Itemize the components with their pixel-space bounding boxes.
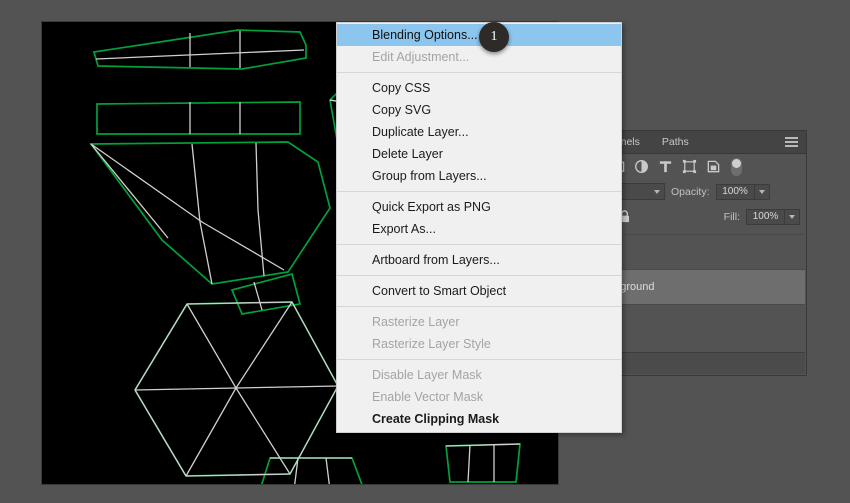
layer-context-menu[interactable]: Blending Options... Edit Adjustment... C… xyxy=(336,22,622,433)
menu-separator xyxy=(337,359,621,360)
adjustment-layer-filter-icon[interactable] xyxy=(634,159,649,174)
chevron-down-icon xyxy=(758,189,765,194)
menu-item-duplicate-layer[interactable]: Duplicate Layer... xyxy=(337,121,621,143)
type-layer-filter-icon[interactable] xyxy=(658,159,673,174)
step-badge-1: 1 xyxy=(479,22,509,52)
menu-separator xyxy=(337,275,621,276)
menu-item-enable-vector-mask: Enable Vector Mask xyxy=(372,390,484,404)
tab-paths[interactable]: Paths xyxy=(651,131,700,153)
smart-object-filter-icon[interactable] xyxy=(706,159,721,174)
menu-item-delete-layer[interactable]: Delete Layer xyxy=(337,143,621,165)
menu-item-export-as[interactable]: Export As... xyxy=(337,218,621,240)
menu-item-rasterize-layer: Rasterize Layer xyxy=(372,315,460,329)
menu-item-quick-export-as-png[interactable]: Quick Export as PNG xyxy=(337,196,621,218)
menu-item-create-clipping-mask[interactable]: Create Clipping Mask xyxy=(337,408,621,430)
chevron-down-icon xyxy=(654,189,660,194)
opacity-stepper[interactable] xyxy=(754,183,770,200)
shape-layer-filter-icon[interactable] xyxy=(682,159,697,174)
menu-item-copy-svg[interactable]: Copy SVG xyxy=(337,99,621,121)
menu-item-convert-to-smart-object[interactable]: Convert to Smart Object xyxy=(337,280,621,302)
menu-separator xyxy=(337,306,621,307)
menu-item-edit-adjustment: Edit Adjustment... xyxy=(372,50,470,64)
opacity-value[interactable]: 100% xyxy=(715,183,755,200)
fill-stepper[interactable] xyxy=(785,208,800,225)
menu-item-artboard-from-layers[interactable]: Artboard from Layers... xyxy=(337,249,621,271)
chevron-down-icon xyxy=(789,214,795,219)
panel-menu-icon[interactable] xyxy=(785,137,798,147)
menu-separator xyxy=(337,244,621,245)
menu-item-rasterize-layer-style: Rasterize Layer Style xyxy=(372,337,491,351)
menu-item-disable-layer-mask: Disable Layer Mask xyxy=(372,368,482,382)
menu-separator xyxy=(337,191,621,192)
app-root: Layers Channels Paths xyxy=(0,0,850,503)
opacity-label: Opacity: xyxy=(671,185,710,198)
filter-icon-group[interactable] xyxy=(610,159,721,174)
filter-enable-toggle[interactable] xyxy=(731,157,742,176)
fill-label: Fill: xyxy=(723,210,740,223)
menu-separator xyxy=(337,72,621,73)
menu-item-group-from-layers[interactable]: Group from Layers... xyxy=(337,165,621,187)
menu-item-copy-css[interactable]: Copy CSS xyxy=(337,77,621,99)
fill-value[interactable]: 100% xyxy=(746,208,785,225)
